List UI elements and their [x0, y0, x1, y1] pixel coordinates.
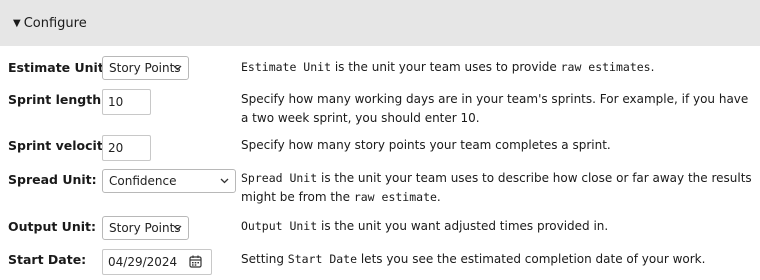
sprint-length-description: Specify how many working days are in you…	[241, 92, 749, 125]
spread-unit-desc-end: .	[436, 190, 441, 204]
output-unit-code: Output Unit	[241, 219, 318, 233]
raw-estimate-code: raw estimate	[353, 190, 437, 204]
spread-unit-select[interactable]: Confidence	[102, 169, 236, 193]
sprint-length-value: 10	[108, 95, 124, 109]
sprint-length-input[interactable]: 10	[102, 89, 151, 115]
triangle-down-icon: ▼	[13, 17, 21, 29]
sprint-length-label: Sprint length:	[8, 92, 107, 107]
spread-unit-select-value: Confidence	[109, 174, 177, 188]
start-date-desc-end: lets you see the estimated completion da…	[357, 252, 706, 266]
spread-unit-description: Spread Unit is the unit your team uses t…	[241, 169, 756, 207]
estimate-unit-desc-end: .	[650, 60, 655, 74]
output-unit-select-value: Story Points	[109, 221, 181, 235]
start-date-description: Setting Start Date lets you see the esti…	[241, 250, 756, 269]
spread-unit-label: Spread Unit:	[8, 172, 97, 187]
sprint-velocity-label: Sprint velocity:	[8, 138, 116, 153]
estimate-unit-label: Estimate Unit:	[8, 60, 109, 75]
sprint-velocity-input[interactable]: 20	[102, 135, 151, 161]
start-date-input[interactable]: 04/29/2024	[102, 249, 212, 275]
chevron-down-icon	[173, 57, 182, 79]
output-unit-select[interactable]: Story Points	[102, 216, 189, 240]
start-date-code: Start Date	[287, 252, 358, 266]
start-date-value: 04/29/2024	[108, 255, 178, 269]
start-date-label: Start Date:	[8, 252, 87, 267]
estimate-unit-select[interactable]: Story Points	[102, 56, 189, 80]
spread-unit-desc-text: is the unit your team uses to describe h…	[241, 171, 752, 204]
estimate-unit-desc-text: is the unit your team uses to provide	[331, 60, 561, 74]
chevron-down-icon	[173, 217, 182, 239]
raw-estimates-code: raw estimates	[560, 60, 651, 74]
chevron-down-icon	[220, 170, 229, 192]
configure-summary[interactable]: ▼ Configure	[0, 0, 760, 46]
estimate-unit-description: Estimate Unit is the unit your team uses…	[241, 58, 756, 77]
output-unit-label: Output Unit:	[8, 219, 96, 234]
configure-summary-label: Configure	[23, 15, 87, 31]
estimate-unit-code: Estimate Unit	[241, 60, 332, 74]
estimate-unit-select-value: Story Points	[109, 61, 181, 75]
output-unit-description: Output Unit is the unit you want adjuste…	[241, 217, 756, 236]
calendar-icon[interactable]	[189, 255, 202, 271]
output-unit-desc-text: is the unit you want adjusted times prov…	[317, 219, 609, 233]
sprint-velocity-description: Specify how many story points your team …	[241, 138, 611, 152]
sprint-velocity-value: 20	[108, 141, 124, 155]
start-date-desc-text: Setting	[241, 252, 288, 266]
spread-unit-code: Spread Unit	[241, 171, 318, 185]
